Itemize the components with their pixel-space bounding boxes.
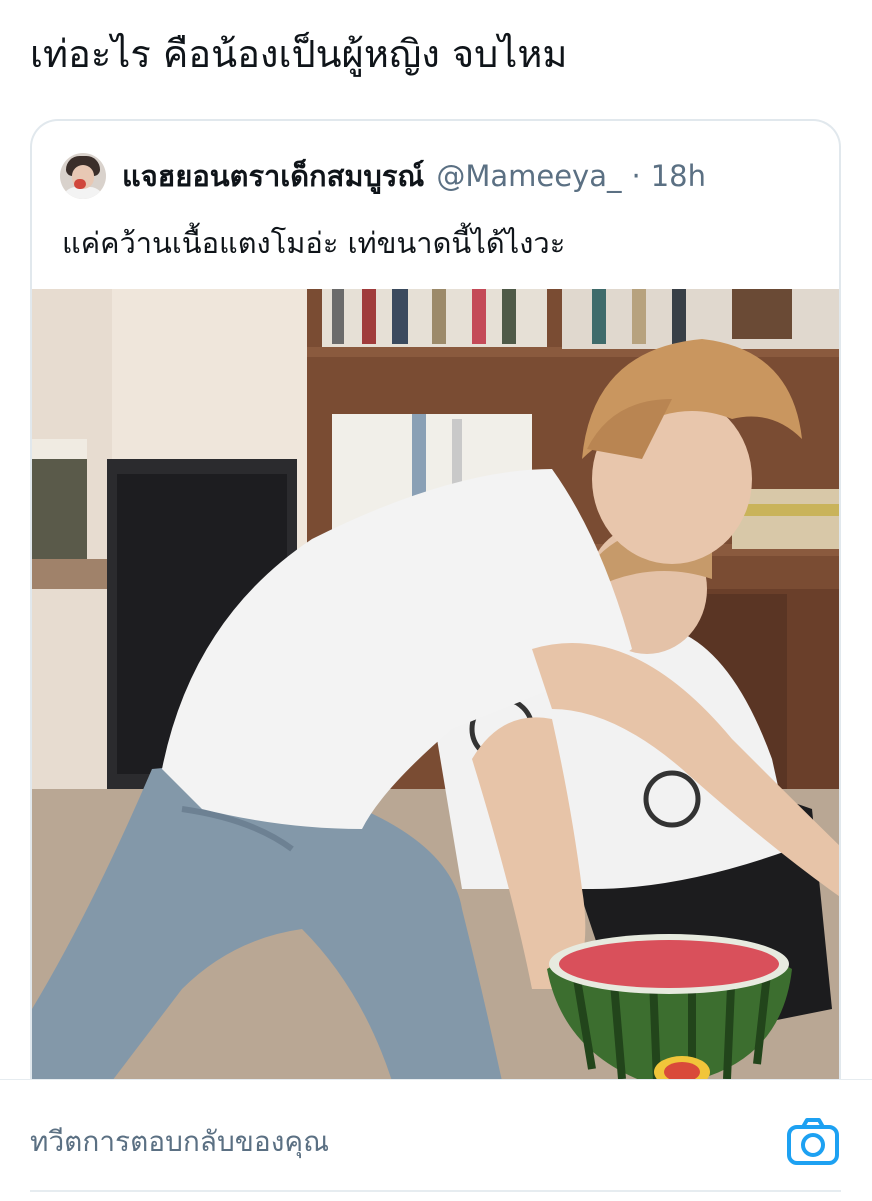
reply-composer: ทวีตการตอบกลับของคุณ <box>0 1079 872 1201</box>
tweet-text: เท่อะไร คือน้องเป็นผู้หญิง จบไหม <box>30 32 568 76</box>
avatar[interactable] <box>60 153 106 199</box>
camera-icon[interactable] <box>786 1116 840 1168</box>
reply-input[interactable]: ทวีตการตอบกลับของคุณ <box>30 1120 329 1164</box>
author-name[interactable]: แจฮยอนตราเด็กสมบูรณ์ <box>122 153 424 199</box>
timestamp[interactable]: 18h <box>651 159 706 193</box>
tweet-media-photo[interactable] <box>32 289 839 1079</box>
divider <box>30 1190 841 1192</box>
author-handle: @Mameeya_ <box>436 159 622 193</box>
photo-illustration <box>32 289 839 1079</box>
quoted-tweet-card[interactable]: แจฮยอนตราเด็กสมบูรณ์ @Mameeya_ · 18h แค่… <box>30 119 841 1079</box>
quoted-tweet-header: แจฮยอนตราเด็กสมบูรณ์ @Mameeya_ · 18h <box>60 151 706 201</box>
quoted-tweet-text: แค่คว้านเนื้อแตงโมอ่ะ เท่ขนาดนี้ได้ไงวะ <box>62 226 566 260</box>
separator-dot: · <box>631 159 641 193</box>
